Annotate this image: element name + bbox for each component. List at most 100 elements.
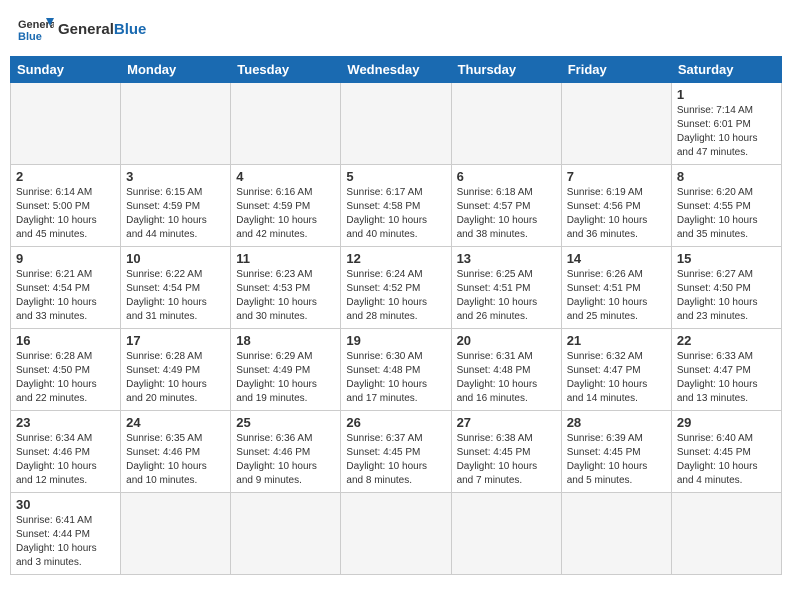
day-info: Sunrise: 6:27 AM Sunset: 4:50 PM Dayligh… — [677, 268, 776, 324]
day-info: Sunrise: 6:25 AM Sunset: 4:51 PM Dayligh… — [457, 268, 556, 324]
header: General Blue GeneralBlue — [10, 10, 782, 48]
calendar-day-cell: 4Sunrise: 6:16 AM Sunset: 4:59 PM Daylig… — [231, 165, 341, 247]
day-number: 21 — [567, 333, 666, 348]
day-number: 20 — [457, 333, 556, 348]
calendar-header-monday: Monday — [121, 57, 231, 83]
calendar-day-cell: 13 Sunrise: 6:25 AM Sunset: 4:51 PM Dayli… — [451, 247, 561, 329]
day-number: 29 — [677, 415, 776, 430]
day-number: 27 — [457, 415, 556, 430]
calendar: SundayMondayTuesdayWednesdayThursdayFrid… — [10, 56, 782, 575]
calendar-day-cell — [11, 83, 121, 165]
calendar-day-cell: 8Sunrise: 6:20 AM Sunset: 4:55 PM Daylig… — [671, 165, 781, 247]
calendar-day-cell: 17 Sunrise: 6:28 AM Sunset: 4:49 PM Dayli… — [121, 329, 231, 411]
day-number: 30 — [16, 497, 115, 512]
day-number: 8 — [677, 169, 776, 184]
day-number: 16 — [16, 333, 115, 348]
calendar-day-cell: 15 Sunrise: 6:27 AM Sunset: 4:50 PM Dayli… — [671, 247, 781, 329]
calendar-day-cell: 18 Sunrise: 6:29 AM Sunset: 4:49 PM Dayli… — [231, 329, 341, 411]
calendar-day-cell — [231, 83, 341, 165]
calendar-day-cell: 2 Sunrise: 6:14 AM Sunset: 5:00 PM Daylig… — [11, 165, 121, 247]
calendar-day-cell: 21 Sunrise: 6:32 AM Sunset: 4:47 PM Dayli… — [561, 329, 671, 411]
day-info: Sunrise: 6:30 AM Sunset: 4:48 PM Dayligh… — [346, 350, 445, 406]
day-info: Sunrise: 6:39 AM Sunset: 4:45 PM Dayligh… — [567, 432, 666, 488]
day-info: Sunrise: 6:19 AM Sunset: 4:56 PM Dayligh… — [567, 186, 666, 242]
calendar-week-row: 9 Sunrise: 6:21 AM Sunset: 4:54 PM Daylig… — [11, 247, 782, 329]
calendar-day-cell: 28 Sunrise: 6:39 AM Sunset: 4:45 PM Dayli… — [561, 411, 671, 493]
day-info: Sunrise: 6:29 AM Sunset: 4:49 PM Dayligh… — [236, 350, 335, 406]
day-number: 9 — [16, 251, 115, 266]
calendar-header-sunday: Sunday — [11, 57, 121, 83]
day-info: Sunrise: 6:37 AM Sunset: 4:45 PM Dayligh… — [346, 432, 445, 488]
day-number: 2 — [16, 169, 115, 184]
day-number: 1 — [677, 87, 776, 102]
calendar-day-cell: 11Sunrise: 6:23 AM Sunset: 4:53 PM Dayli… — [231, 247, 341, 329]
day-number: 26 — [346, 415, 445, 430]
day-info: Sunrise: 6:28 AM Sunset: 4:49 PM Dayligh… — [126, 350, 225, 406]
day-number: 3 — [126, 169, 225, 184]
calendar-header-saturday: Saturday — [671, 57, 781, 83]
day-info: Sunrise: 6:41 AM Sunset: 4:44 PM Dayligh… — [16, 514, 115, 570]
day-number: 7 — [567, 169, 666, 184]
day-number: 18 — [236, 333, 335, 348]
calendar-day-cell: 16Sunrise: 6:28 AM Sunset: 4:50 PM Dayli… — [11, 329, 121, 411]
day-info: Sunrise: 6:14 AM Sunset: 5:00 PM Dayligh… — [16, 186, 115, 242]
day-info: Sunrise: 6:26 AM Sunset: 4:51 PM Dayligh… — [567, 268, 666, 324]
generalblue-logo-icon: General Blue — [18, 14, 54, 44]
day-number: 19 — [346, 333, 445, 348]
calendar-day-cell — [341, 493, 451, 575]
day-number: 28 — [567, 415, 666, 430]
calendar-day-cell — [341, 83, 451, 165]
day-info: Sunrise: 6:18 AM Sunset: 4:57 PM Dayligh… — [457, 186, 556, 242]
day-number: 12 — [346, 251, 445, 266]
day-number: 14 — [567, 251, 666, 266]
calendar-day-cell: 19 Sunrise: 6:30 AM Sunset: 4:48 PM Dayli… — [341, 329, 451, 411]
calendar-week-row: 2 Sunrise: 6:14 AM Sunset: 5:00 PM Daylig… — [11, 165, 782, 247]
day-number: 10 — [126, 251, 225, 266]
day-number: 25 — [236, 415, 335, 430]
day-number: 13 — [457, 251, 556, 266]
day-number: 24 — [126, 415, 225, 430]
calendar-week-row: 23Sunrise: 6:34 AM Sunset: 4:46 PM Dayli… — [11, 411, 782, 493]
day-number: 5 — [346, 169, 445, 184]
calendar-week-row: 16Sunrise: 6:28 AM Sunset: 4:50 PM Dayli… — [11, 329, 782, 411]
day-number: 17 — [126, 333, 225, 348]
day-info: Sunrise: 6:32 AM Sunset: 4:47 PM Dayligh… — [567, 350, 666, 406]
day-info: Sunrise: 6:21 AM Sunset: 4:54 PM Dayligh… — [16, 268, 115, 324]
day-number: 15 — [677, 251, 776, 266]
calendar-day-cell — [671, 493, 781, 575]
day-info: Sunrise: 6:35 AM Sunset: 4:46 PM Dayligh… — [126, 432, 225, 488]
day-info: Sunrise: 6:40 AM Sunset: 4:45 PM Dayligh… — [677, 432, 776, 488]
calendar-day-cell: 24 Sunrise: 6:35 AM Sunset: 4:46 PM Dayli… — [121, 411, 231, 493]
calendar-header-wednesday: Wednesday — [341, 57, 451, 83]
calendar-day-cell: 3 Sunrise: 6:15 AM Sunset: 4:59 PM Daylig… — [121, 165, 231, 247]
calendar-day-cell: 5 Sunrise: 6:17 AM Sunset: 4:58 PM Daylig… — [341, 165, 451, 247]
day-info: Sunrise: 6:17 AM Sunset: 4:58 PM Dayligh… — [346, 186, 445, 242]
calendar-day-cell: 12 Sunrise: 6:24 AM Sunset: 4:52 PM Dayli… — [341, 247, 451, 329]
calendar-day-cell — [451, 83, 561, 165]
day-number: 22 — [677, 333, 776, 348]
calendar-header-thursday: Thursday — [451, 57, 561, 83]
calendar-day-cell: 20 Sunrise: 6:31 AM Sunset: 4:48 PM Dayli… — [451, 329, 561, 411]
calendar-day-cell — [121, 493, 231, 575]
logo-text: GeneralBlue — [58, 21, 146, 38]
calendar-day-cell: 6Sunrise: 6:18 AM Sunset: 4:57 PM Daylig… — [451, 165, 561, 247]
calendar-day-cell: 23Sunrise: 6:34 AM Sunset: 4:46 PM Dayli… — [11, 411, 121, 493]
calendar-header-row: SundayMondayTuesdayWednesdayThursdayFrid… — [11, 57, 782, 83]
day-info: Sunrise: 6:24 AM Sunset: 4:52 PM Dayligh… — [346, 268, 445, 324]
calendar-day-cell: 27Sunrise: 6:38 AM Sunset: 4:45 PM Dayli… — [451, 411, 561, 493]
day-info: Sunrise: 7:14 AM Sunset: 6:01 PM Dayligh… — [677, 104, 776, 160]
calendar-day-cell — [561, 83, 671, 165]
calendar-day-cell: 26 Sunrise: 6:37 AM Sunset: 4:45 PM Dayli… — [341, 411, 451, 493]
calendar-day-cell — [451, 493, 561, 575]
calendar-day-cell — [121, 83, 231, 165]
calendar-day-cell: 29 Sunrise: 6:40 AM Sunset: 4:45 PM Dayli… — [671, 411, 781, 493]
day-info: Sunrise: 6:15 AM Sunset: 4:59 PM Dayligh… — [126, 186, 225, 242]
day-info: Sunrise: 6:31 AM Sunset: 4:48 PM Dayligh… — [457, 350, 556, 406]
day-number: 23 — [16, 415, 115, 430]
calendar-week-row: 30 Sunrise: 6:41 AM Sunset: 4:44 PM Dayli… — [11, 493, 782, 575]
calendar-day-cell: 25Sunrise: 6:36 AM Sunset: 4:46 PM Dayli… — [231, 411, 341, 493]
calendar-header-friday: Friday — [561, 57, 671, 83]
calendar-day-cell: 22 Sunrise: 6:33 AM Sunset: 4:47 PM Dayli… — [671, 329, 781, 411]
day-info: Sunrise: 6:33 AM Sunset: 4:47 PM Dayligh… — [677, 350, 776, 406]
calendar-day-cell: 10Sunrise: 6:22 AM Sunset: 4:54 PM Dayli… — [121, 247, 231, 329]
